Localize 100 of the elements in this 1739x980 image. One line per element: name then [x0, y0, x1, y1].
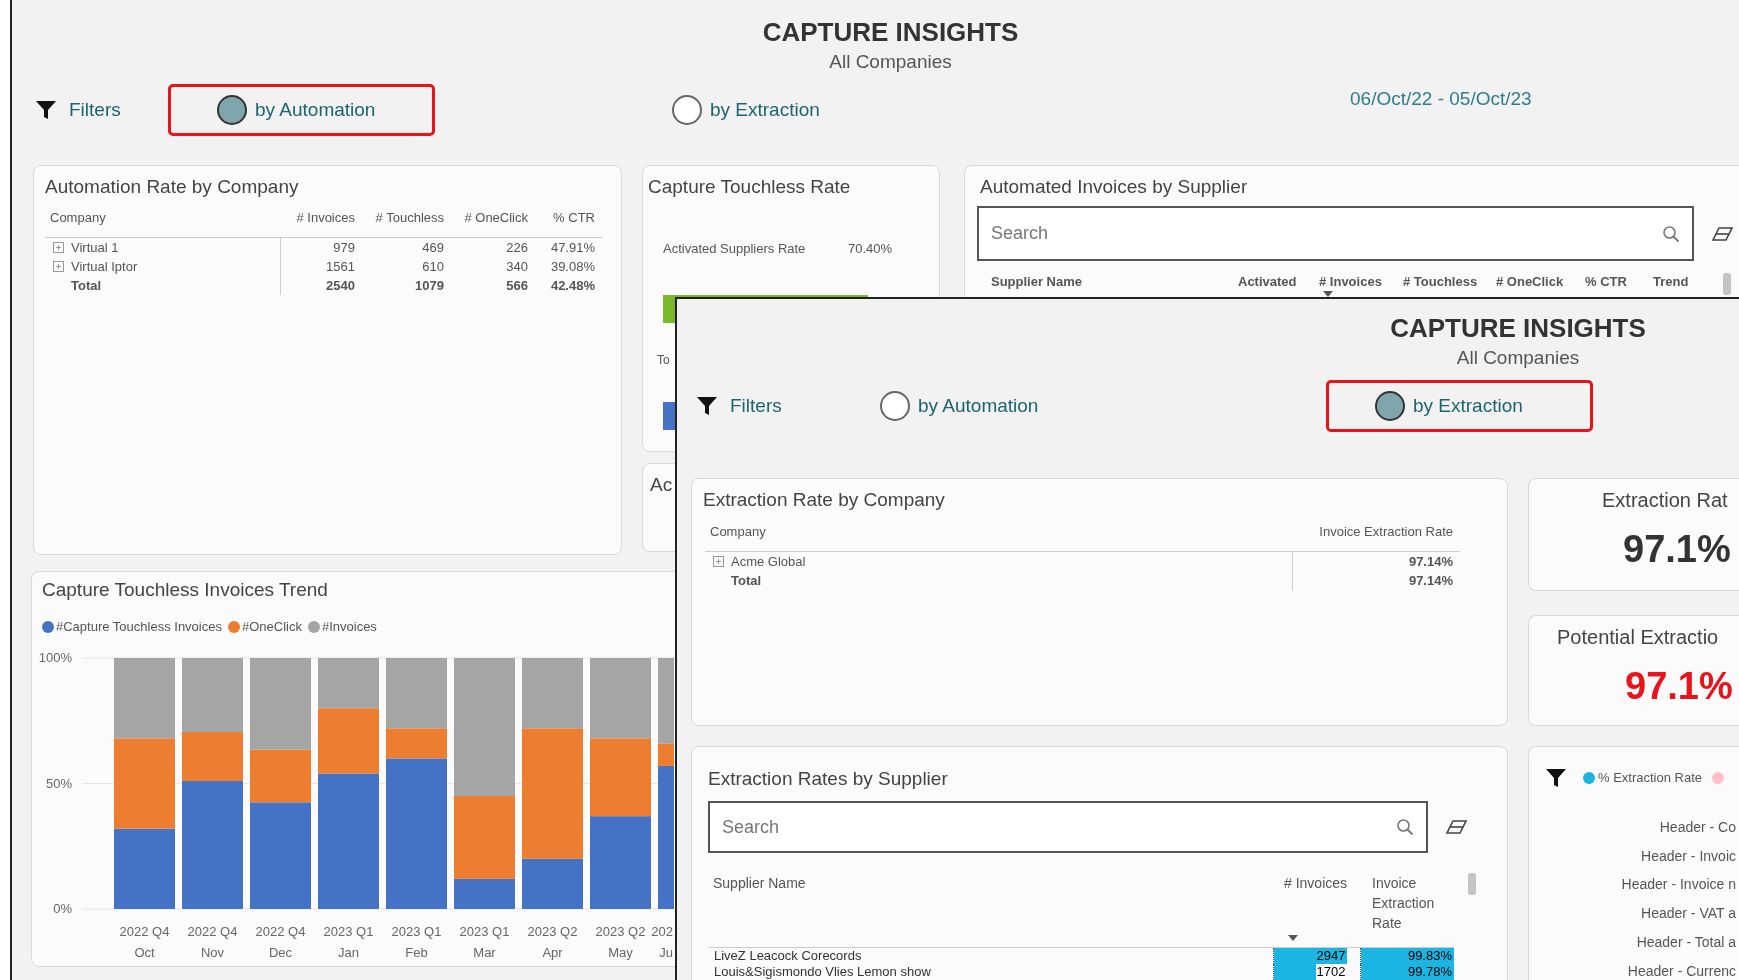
column-header: # OneClick — [463, 209, 528, 227]
expand-icon — [53, 242, 64, 253]
category-label: Header - Co — [1659, 818, 1736, 837]
panel-title: Ac — [649, 473, 674, 497]
panel-title: Capture Touchless Rate — [647, 175, 852, 199]
column-header: Supplier Name — [713, 874, 807, 893]
filters-button[interactable]: Filters — [696, 391, 831, 421]
view-option-radio[interactable]: by Extraction — [623, 84, 890, 136]
filter-icon — [1545, 767, 1567, 789]
category-label: Header - Invoice n — [1621, 875, 1736, 895]
radio-icon — [880, 391, 910, 421]
filters-button[interactable]: Filters — [35, 95, 168, 125]
table-cell-text: 1561 — [325, 258, 355, 276]
category-label: Header - VAT a — [1641, 904, 1736, 924]
column-header: Supplier Name — [991, 273, 1084, 291]
eraser-icon[interactable] — [1446, 819, 1468, 835]
table-cell-text: 2540 — [325, 277, 355, 295]
column-header: % CTR — [1585, 273, 1628, 291]
column-header: # Touchless — [374, 209, 444, 227]
table-cell-text: LiveZ Leacock Corecords — [713, 948, 863, 964]
column-header: Invoice Extraction Rate — [1318, 523, 1454, 541]
category-label: Header - Total a — [1636, 932, 1736, 952]
scrollbar-thumb — [1468, 873, 1476, 895]
search-field[interactable]: Search — [708, 801, 1428, 853]
metric-label: To — [657, 352, 671, 369]
column-header: # Invoices — [295, 209, 355, 227]
category-label: 202 Ju — [651, 924, 673, 960]
search-icon — [1662, 224, 1680, 243]
kpi-value: 97.1% — [1624, 664, 1734, 709]
table-cell-text: 47.91% — [549, 239, 595, 257]
category-label: 2023 Q2 Apr — [527, 924, 578, 960]
table-cell-text: 97.14% — [1407, 572, 1454, 590]
metric-value: 70.40% — [848, 240, 893, 258]
view-option-radio[interactable]: by Automation — [831, 380, 1098, 432]
table-cell-text: 610 — [421, 258, 444, 276]
table-cell-text: Total — [71, 277, 102, 295]
dashboard-subtitle: All Companies — [829, 50, 952, 74]
column-header: Company — [709, 523, 767, 541]
legend-label: #Capture Touchless Invoices — [56, 618, 222, 636]
card-title: Potential Extractio — [1556, 625, 1720, 650]
column-header: Activated — [1238, 273, 1298, 291]
column-header: % CTR — [552, 209, 595, 227]
axis-label: 100% — [38, 650, 72, 665]
filter-icon — [696, 395, 718, 417]
table-cell-text: 42.48% — [549, 277, 595, 295]
filter-icon — [35, 99, 57, 121]
search-field[interactable]: Search — [977, 206, 1694, 261]
table-cell-text: Virtual 1 — [71, 239, 119, 257]
table-cell-text: 340 — [505, 258, 528, 276]
view-option-radio[interactable]: by Automation — [168, 84, 435, 136]
column-header: Trend — [1653, 273, 1690, 291]
scrollbar-thumb — [1723, 273, 1731, 295]
category-label: 2023 Q2 May — [595, 924, 646, 960]
dashboard-title: CAPTURE INSIGHTS — [762, 16, 1019, 48]
table-cell-text: 39.08% — [549, 258, 595, 276]
category-label: Header - Invoic — [1641, 846, 1736, 866]
legend-label: #Invoices — [321, 618, 377, 636]
dashboard-subtitle: All Companies — [1456, 346, 1580, 370]
metric-label: Activated Suppliers Rate — [663, 240, 807, 258]
eraser-icon[interactable] — [1712, 225, 1734, 242]
table-cell-text: 979 — [332, 239, 355, 257]
radio-icon — [1375, 391, 1405, 421]
card-title: Extraction Rat — [1601, 488, 1729, 513]
axis-label: 50% — [45, 775, 72, 791]
panel-title: Automation Rate by Company — [44, 175, 300, 199]
radio-icon — [217, 95, 247, 125]
category-label: 2023 Q1 Mar — [459, 924, 510, 960]
expand-icon — [713, 556, 724, 567]
table-cell-text: 566 — [505, 277, 528, 295]
table-cell-text: 2947 — [1315, 948, 1347, 964]
dashboard-title: CAPTURE INSIGHTS — [1390, 312, 1646, 344]
date-range: 06/Oct/22 - 05/Oct/23 — [1350, 86, 1532, 111]
table-cell-text: 1702 — [1315, 964, 1347, 980]
category-label: 2022 Q4 Nov — [187, 924, 238, 960]
column-header: # Touchless — [1403, 273, 1479, 291]
category-label: Header - Currenc — [1627, 961, 1736, 980]
table-cell-text: 99.78% — [1406, 964, 1453, 980]
table-cell-text: 469 — [421, 239, 444, 257]
table-cell-text: 1079 — [414, 277, 444, 295]
search-icon — [1396, 818, 1414, 836]
column-header: # Invoices — [1319, 273, 1403, 297]
category-label: 2022 Q4 Oct — [119, 924, 170, 960]
view-option-radio[interactable]: by Extraction — [1326, 380, 1593, 432]
column-header: Invoice Extraction Rate — [1372, 874, 1436, 933]
table-cell-text: 226 — [505, 239, 528, 257]
panel-title: Extraction Rates by Supplier — [707, 767, 949, 791]
category-label: 2022 Q4 Dec — [255, 924, 306, 960]
panel-title: Capture Touchless Invoices Trend — [41, 578, 329, 602]
axis-label: 0% — [53, 901, 72, 916]
kpi-value: 97.1% — [1622, 527, 1732, 572]
table-cell-text: Virtual Iptor — [71, 258, 138, 276]
table-cell-text: 99.83% — [1406, 948, 1453, 964]
panel-title: Extraction Rate by Company — [702, 488, 946, 512]
bar-segment — [318, 658, 379, 709]
column-header: Company — [49, 209, 107, 227]
table-cell-text: Total — [731, 572, 762, 590]
panel-title: Automated Invoices by Supplier — [979, 175, 1249, 199]
legend-label: #OneClick — [241, 618, 302, 636]
table-cell-text: 97.14% — [1407, 553, 1454, 571]
table-cell-text: Acme Global — [731, 553, 806, 571]
